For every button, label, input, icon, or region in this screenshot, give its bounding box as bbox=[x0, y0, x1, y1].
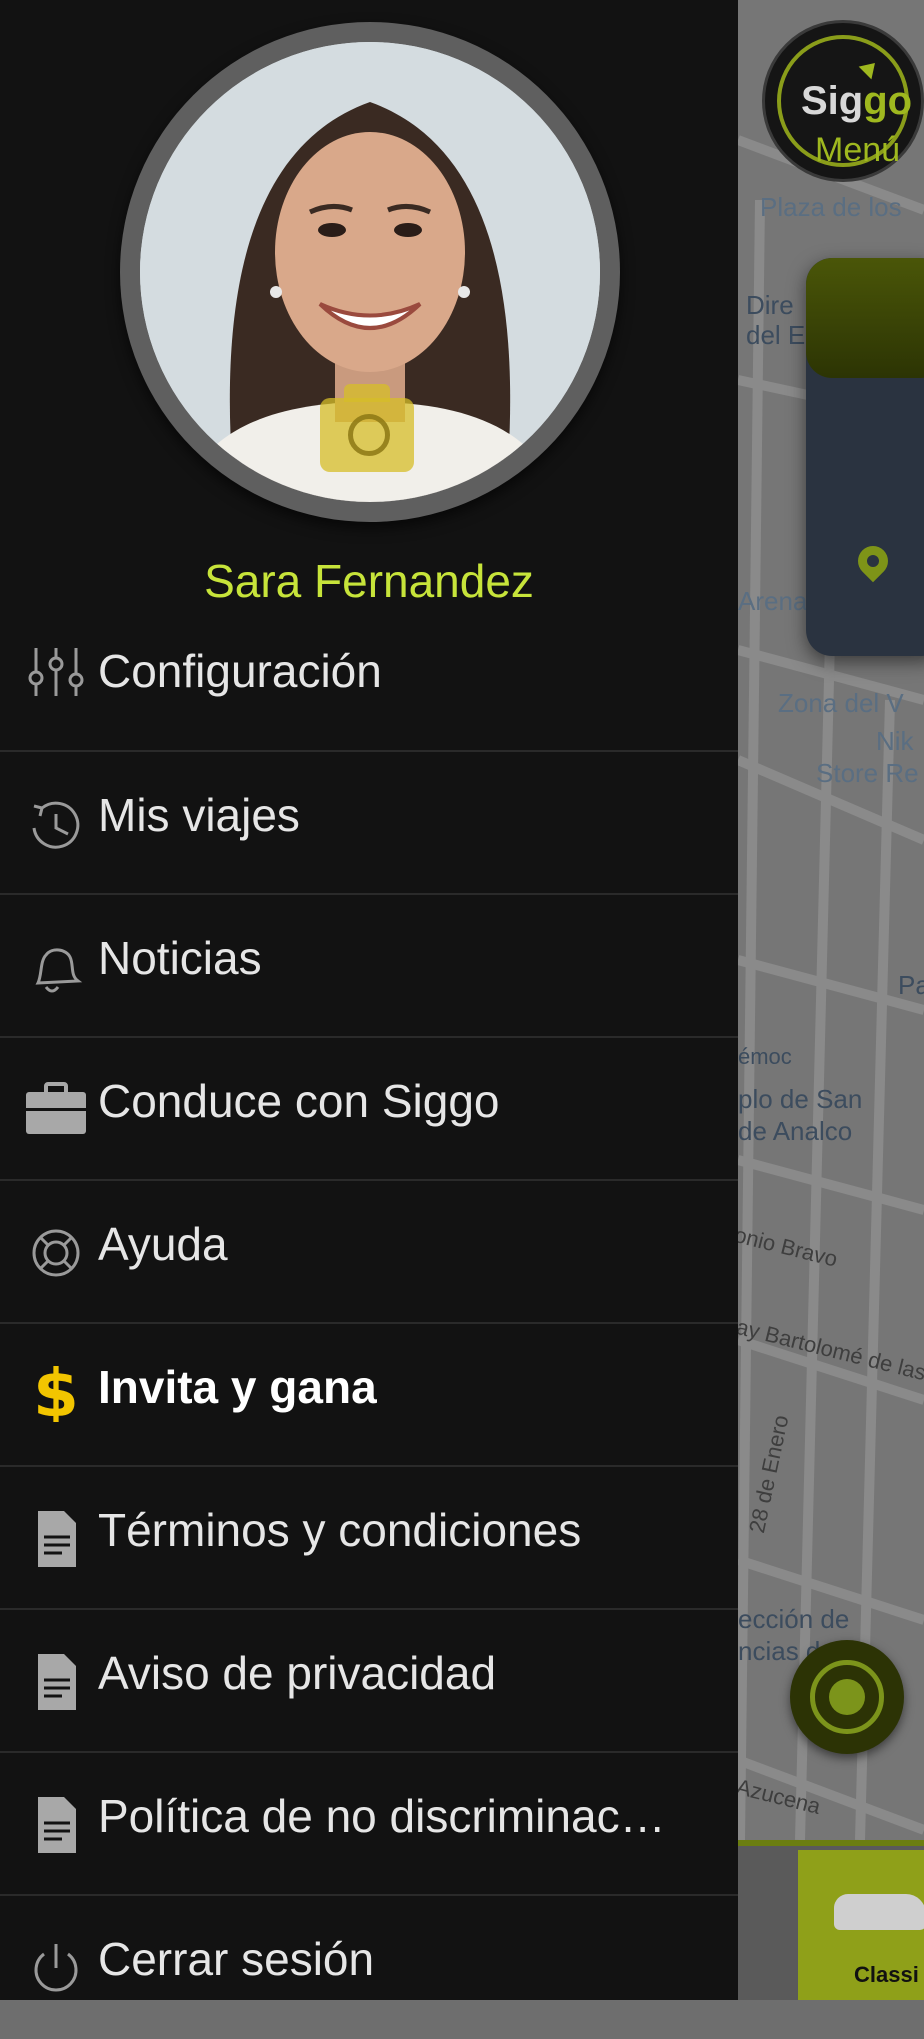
vehicle-option-label: Classi bbox=[854, 1962, 919, 1987]
menu-item-configuracion[interactable]: Configuración bbox=[0, 600, 738, 752]
vehicle-option-classic[interactable]: Classi bbox=[798, 1850, 924, 2000]
menu-item-label: Conduce con Siggo bbox=[98, 1075, 500, 1127]
map-label: Zona del V bbox=[778, 688, 904, 718]
menu-item-invita-y-gana[interactable]: $ Invita y gana bbox=[0, 1324, 738, 1467]
lifebuoy-icon bbox=[32, 1229, 80, 1277]
power-icon bbox=[34, 1944, 78, 1992]
menu-item-terminos[interactable]: Términos y condiciones bbox=[0, 1467, 738, 1610]
map-label: plo de San bbox=[738, 1084, 863, 1114]
briefcase-icon bbox=[26, 1082, 86, 1134]
siggo-menu-button[interactable]: Siggo Menú bbox=[762, 20, 924, 182]
crosshair-dot bbox=[829, 1679, 865, 1715]
logo-menu-label: Menú bbox=[815, 131, 901, 169]
bell-icon bbox=[35, 948, 83, 993]
menu-item-label: Política de no discriminac… bbox=[98, 1790, 666, 1842]
map-label: ección de bbox=[738, 1604, 850, 1634]
route-card-header bbox=[806, 258, 924, 378]
svg-text:$: $ bbox=[33, 1358, 79, 1422]
map-label: Plaza de los bbox=[760, 192, 902, 222]
menu-item-label: Aviso de privacidad bbox=[98, 1647, 497, 1699]
menu-item-label: Términos y condiciones bbox=[98, 1504, 582, 1556]
menu-item-mis-viajes[interactable]: Mis viajes bbox=[0, 752, 738, 895]
menu-item-label: Invita y gana bbox=[98, 1361, 377, 1413]
document-icon bbox=[38, 1654, 76, 1710]
menu-item-noticias[interactable]: Noticias bbox=[0, 895, 738, 1038]
navigation-drawer: Sara Fernandez Configuración Mis viajes bbox=[0, 0, 738, 2000]
car-icon bbox=[834, 1894, 924, 1930]
menu-item-label: Noticias bbox=[98, 932, 262, 984]
menu-item-politica[interactable]: Política de no discriminac… bbox=[0, 1753, 738, 1896]
menu-item-label: Ayuda bbox=[98, 1218, 228, 1270]
map-label: Pa bbox=[898, 970, 924, 1000]
map-label: émoc bbox=[738, 1044, 792, 1069]
menu-item-cerrar-sesion[interactable]: Cerrar sesión bbox=[0, 1896, 738, 2039]
drawer-menu: Configuración Mis viajes Noticias Conduc… bbox=[0, 600, 738, 2039]
map-label: Store Re bbox=[816, 758, 919, 788]
dollar-icon: $ bbox=[33, 1358, 79, 1422]
camera-icon[interactable] bbox=[320, 384, 414, 472]
map-label: Dire bbox=[746, 290, 794, 320]
sliders-icon bbox=[28, 648, 84, 696]
menu-item-label: Configuración bbox=[98, 645, 382, 697]
profile-photo[interactable] bbox=[120, 22, 620, 522]
history-icon bbox=[32, 801, 80, 849]
menu-item-aviso-privacidad[interactable]: Aviso de privacidad bbox=[0, 1610, 738, 1753]
menu-item-label: Cerrar sesión bbox=[98, 1933, 375, 1985]
map-label: de Analco bbox=[738, 1116, 853, 1146]
my-location-button[interactable] bbox=[790, 1640, 904, 1754]
map-label: del E bbox=[746, 320, 806, 350]
document-icon bbox=[38, 1511, 76, 1567]
menu-item-conduce-con-siggo[interactable]: Conduce con Siggo bbox=[0, 1038, 738, 1181]
menu-item-label: Mis viajes bbox=[98, 789, 300, 841]
route-card[interactable] bbox=[806, 258, 924, 656]
menu-item-ayuda[interactable]: Ayuda bbox=[0, 1181, 738, 1324]
map-label: Nik bbox=[876, 726, 914, 756]
document-icon bbox=[38, 1797, 76, 1853]
logo-word: Siggo bbox=[801, 79, 913, 123]
